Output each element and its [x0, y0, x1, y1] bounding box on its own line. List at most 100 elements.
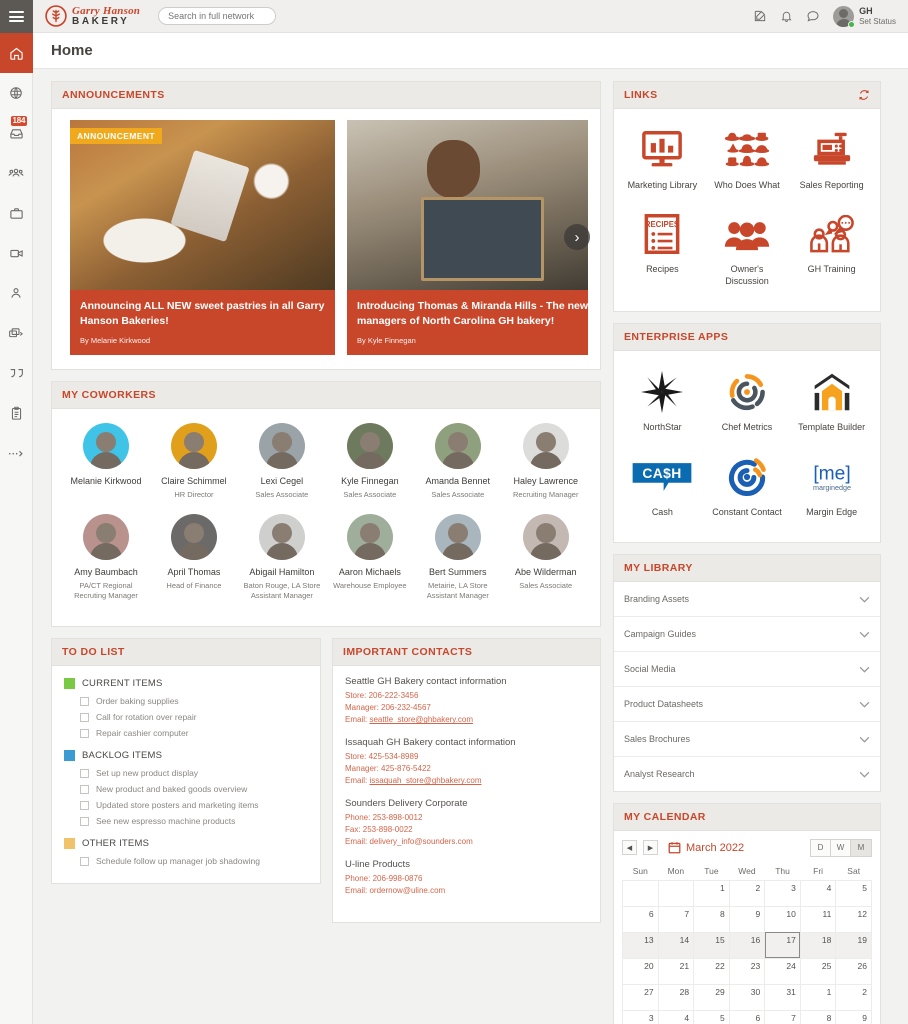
calendar-day-cell-selected[interactable]: 17 — [764, 931, 801, 959]
app-tile-constant-contact[interactable]: Constant Contact — [705, 448, 790, 518]
calendar-day-cell[interactable]: 12 — [835, 905, 872, 933]
calendar-day-cell[interactable]: 8 — [799, 1009, 837, 1024]
calendar-day-cell[interactable]: 22 — [693, 957, 730, 985]
calendar-day-cell[interactable]: 25 — [799, 957, 837, 985]
checkbox[interactable] — [80, 768, 89, 778]
chat-icon[interactable] — [806, 9, 820, 23]
coworker-item[interactable]: Aaron Michaels Warehouse Employee — [326, 513, 414, 601]
calendar-view-month[interactable]: M — [851, 839, 871, 856]
calendar-day-cell[interactable]: 11 — [799, 905, 837, 933]
set-status-link[interactable]: Set Status — [859, 17, 896, 26]
link-tile-owners-discussion[interactable]: Owner's Discussion — [705, 205, 790, 287]
calendar-prev-button[interactable]: ◀ — [622, 840, 637, 856]
checkbox[interactable] — [80, 712, 89, 722]
calendar-day-cell[interactable]: 1 — [693, 879, 730, 907]
library-row[interactable]: Branding Assets — [614, 582, 880, 617]
coworker-item[interactable]: Abe Wilderman Sales Associate — [502, 513, 590, 601]
library-row[interactable]: Analyst Research — [614, 757, 880, 791]
app-tile-margin-edge[interactable]: [me] marginedge Margin Edge — [789, 448, 874, 518]
library-row[interactable]: Product Datasheets — [614, 687, 880, 722]
checkbox[interactable] — [80, 696, 89, 706]
calendar-day-cell[interactable]: 7 — [657, 905, 695, 933]
todo-item[interactable]: See new espresso machine products — [64, 813, 308, 829]
calendar-day-cell[interactable]: 4 — [657, 1009, 695, 1024]
library-row[interactable]: Sales Brochures — [614, 722, 880, 757]
calendar-day-cell[interactable]: 23 — [728, 957, 766, 985]
sidebar-item-globe[interactable] — [0, 73, 33, 113]
sidebar-item-quotes[interactable] — [0, 353, 33, 393]
calendar-day-cell[interactable]: 2 — [728, 879, 766, 907]
menu-toggle-button[interactable] — [0, 0, 33, 33]
email-link[interactable]: seattle_store@ghbakery.com — [369, 715, 473, 724]
calendar-day-cell[interactable]: 29 — [693, 983, 730, 1011]
calendar-day-cell[interactable]: 31 — [764, 983, 801, 1011]
calendar-day-cell[interactable]: 1 — [799, 983, 837, 1011]
calendar-day-cell[interactable]: 28 — [657, 983, 695, 1011]
library-row[interactable]: Campaign Guides — [614, 617, 880, 652]
calendar-day-cell[interactable]: 24 — [764, 957, 801, 985]
calendar-day-cell[interactable]: 3 — [622, 1009, 659, 1024]
sidebar-item-share[interactable] — [0, 313, 33, 353]
sidebar-item-people[interactable] — [0, 153, 33, 193]
todo-item[interactable]: Updated store posters and marketing item… — [64, 797, 308, 813]
announcement-card[interactable]: Introducing Thomas & Miranda Hills - The… — [347, 120, 588, 355]
calendar-month-label-wrap[interactable]: March 2022 — [668, 841, 744, 854]
calendar-day-cell[interactable]: 4 — [799, 879, 837, 907]
coworker-item[interactable]: Bert Summers Metairie, LA Store Assistan… — [414, 513, 502, 601]
todo-item[interactable]: Order baking supplies — [64, 693, 308, 709]
calendar-next-button[interactable]: ▶ — [643, 840, 658, 856]
calendar-day-cell[interactable]: 21 — [657, 957, 695, 985]
app-tile-northstar[interactable]: NorthStar — [620, 363, 705, 433]
calendar-view-day[interactable]: D — [811, 839, 831, 856]
email-text[interactable]: ordernow@uline.com — [369, 886, 445, 895]
calendar-day-cell[interactable]: 6 — [728, 1009, 766, 1024]
coworker-item[interactable]: Claire Schimmel HR Director — [150, 422, 238, 500]
todo-item[interactable]: Repair cashier computer — [64, 725, 308, 741]
checkbox[interactable] — [80, 816, 89, 826]
sidebar-item-clipboard[interactable] — [0, 393, 33, 433]
calendar-day-cell[interactable]: 9 — [835, 1009, 872, 1024]
coworker-item[interactable]: Lexi Cegel Sales Associate — [238, 422, 326, 500]
announcement-card[interactable]: ANNOUNCEMENT Announcing ALL NEW sweet pa… — [70, 120, 335, 355]
sidebar-item-home[interactable] — [0, 33, 33, 73]
calendar-day-cell[interactable]: 8 — [693, 905, 730, 933]
coworker-item[interactable]: Kyle Finnegan Sales Associate — [326, 422, 414, 500]
todo-item[interactable]: Call for rotation over repair — [64, 709, 308, 725]
calendar-day-cell[interactable]: 26 — [835, 957, 872, 985]
coworker-item[interactable]: Haley Lawrence Recruiting Manager — [502, 422, 590, 500]
todo-item[interactable]: New product and baked goods overview — [64, 781, 308, 797]
calendar-day-cell[interactable]: 15 — [693, 931, 730, 959]
calendar-day-cell[interactable]: 30 — [728, 983, 766, 1011]
link-tile-gh-training[interactable]: GH Training — [789, 205, 874, 287]
library-row[interactable]: Social Media — [614, 652, 880, 687]
calendar-day-cell[interactable]: 14 — [657, 931, 695, 959]
link-tile-marketing-library[interactable]: Marketing Library — [620, 121, 705, 191]
link-tile-recipes[interactable]: RECIPES Recipes — [620, 205, 705, 287]
email-text[interactable]: delivery_info@sounders.com — [369, 837, 472, 846]
email-link[interactable]: issaquah_store@ghbakery.com — [369, 776, 481, 785]
calendar-day-cell[interactable]: 2 — [835, 983, 872, 1011]
coworker-item[interactable]: April Thomas Head of Finance — [150, 513, 238, 601]
user-menu[interactable]: GH Set Status — [833, 5, 896, 28]
coworker-item[interactable]: Amy Baumbach PA/CT Regional Recruting Ma… — [62, 513, 150, 601]
link-tile-who-does-what[interactable]: Who Does What — [705, 121, 790, 191]
checkbox[interactable] — [80, 728, 89, 738]
calendar-day-cell[interactable]: 18 — [799, 931, 837, 959]
calendar-day-cell[interactable]: 3 — [764, 879, 801, 907]
todo-item[interactable]: Schedule follow up manager job shadowing — [64, 853, 308, 869]
calendar-day-cell[interactable] — [657, 879, 695, 907]
refresh-icon[interactable] — [858, 89, 870, 101]
sidebar-item-video[interactable] — [0, 233, 33, 273]
calendar-day-cell[interactable]: 5 — [693, 1009, 730, 1024]
calendar-day-cell[interactable]: 16 — [728, 931, 766, 959]
checkbox[interactable] — [80, 856, 89, 866]
app-tile-chef-metrics[interactable]: Chef Metrics — [705, 363, 790, 433]
calendar-day-cell[interactable]: 7 — [764, 1009, 801, 1024]
app-tile-template-builder[interactable]: Template Builder — [789, 363, 874, 433]
calendar-day-cell[interactable]: 10 — [764, 905, 801, 933]
sidebar-item-briefcase[interactable] — [0, 193, 33, 233]
calendar-day-cell[interactable]: 19 — [835, 931, 872, 959]
calendar-day-cell[interactable] — [622, 879, 659, 907]
carousel-next-button[interactable]: › — [564, 224, 590, 250]
app-tile-cash[interactable]: CA$H Cash — [620, 448, 705, 518]
